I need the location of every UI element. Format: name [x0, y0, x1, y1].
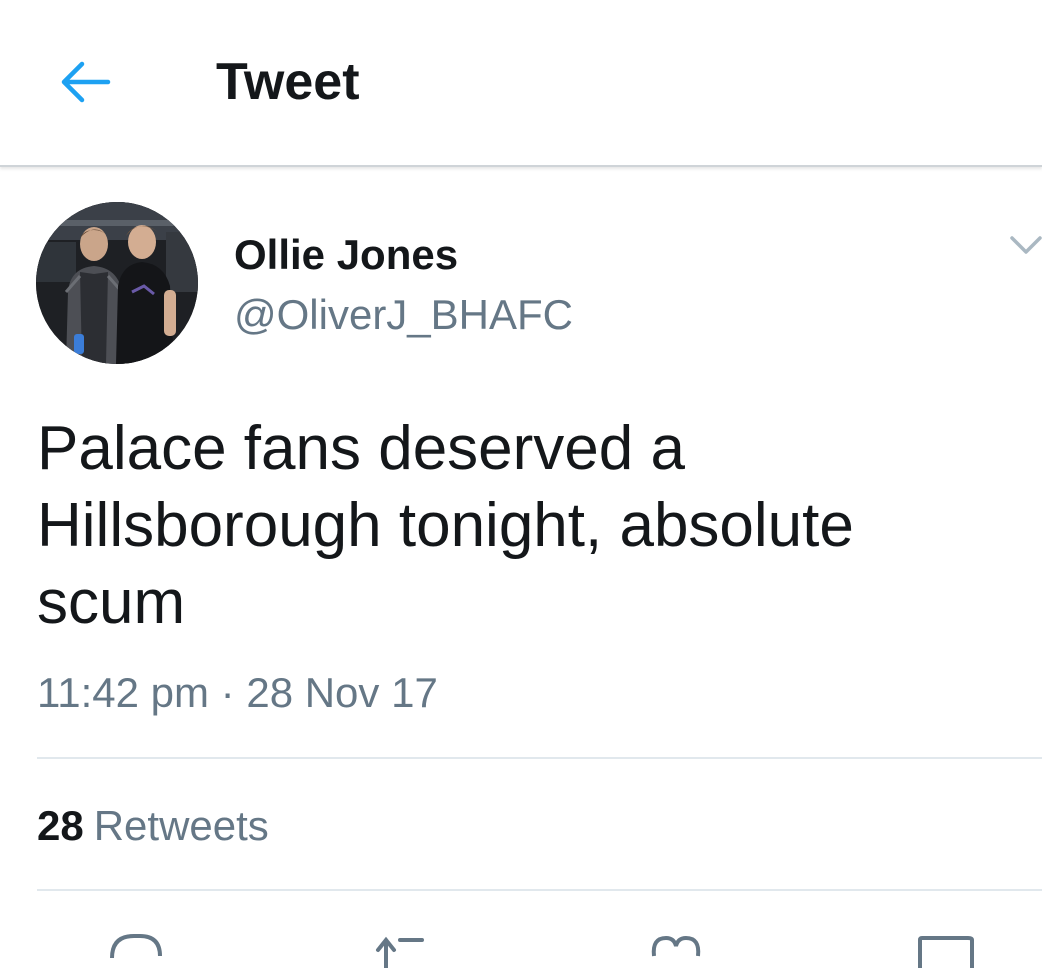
tweet-timestamp: 11:42 pm · 28 Nov 17 — [37, 667, 438, 719]
tweet-text-line: scum — [37, 568, 186, 637]
author-display-name[interactable]: Ollie Jones — [234, 230, 458, 280]
reply-icon — [110, 934, 162, 959]
share-icon — [918, 936, 974, 968]
tweet-text: Palace fans deserved a Hillsborough toni… — [37, 410, 1017, 641]
tweet-date: 28 Nov 17 — [246, 669, 438, 716]
tweet-options-button[interactable] — [1004, 228, 1042, 264]
profile-photo — [36, 202, 198, 364]
retweet-button[interactable] — [370, 928, 434, 970]
meta-separator: · — [220, 669, 235, 716]
tweet-time: 11:42 pm — [37, 669, 209, 716]
divider — [37, 757, 1042, 759]
avatar[interactable] — [36, 202, 198, 364]
top-app-bar: Tweet — [0, 0, 1042, 167]
chevron-down-icon — [1010, 236, 1042, 254]
retweet-icon — [376, 936, 424, 970]
tweet-text-line: Palace fans deserved a — [37, 414, 685, 483]
author-handle[interactable]: @OliverJ_BHAFC — [234, 289, 573, 341]
retweets-stat[interactable]: 28 Retweets — [37, 800, 269, 852]
retweet-count: 28 — [37, 802, 84, 849]
arrow-left-icon — [61, 61, 111, 103]
reply-button[interactable] — [104, 928, 168, 968]
share-button[interactable] — [914, 928, 978, 968]
tweet-text-line: Hillsborough tonight, absolute — [37, 491, 854, 560]
back-button[interactable] — [52, 52, 116, 112]
like-button[interactable] — [644, 928, 708, 968]
page-title: Tweet — [216, 53, 360, 111]
retweet-label: Retweets — [93, 802, 269, 849]
like-icon — [651, 935, 701, 957]
divider — [37, 889, 1042, 891]
